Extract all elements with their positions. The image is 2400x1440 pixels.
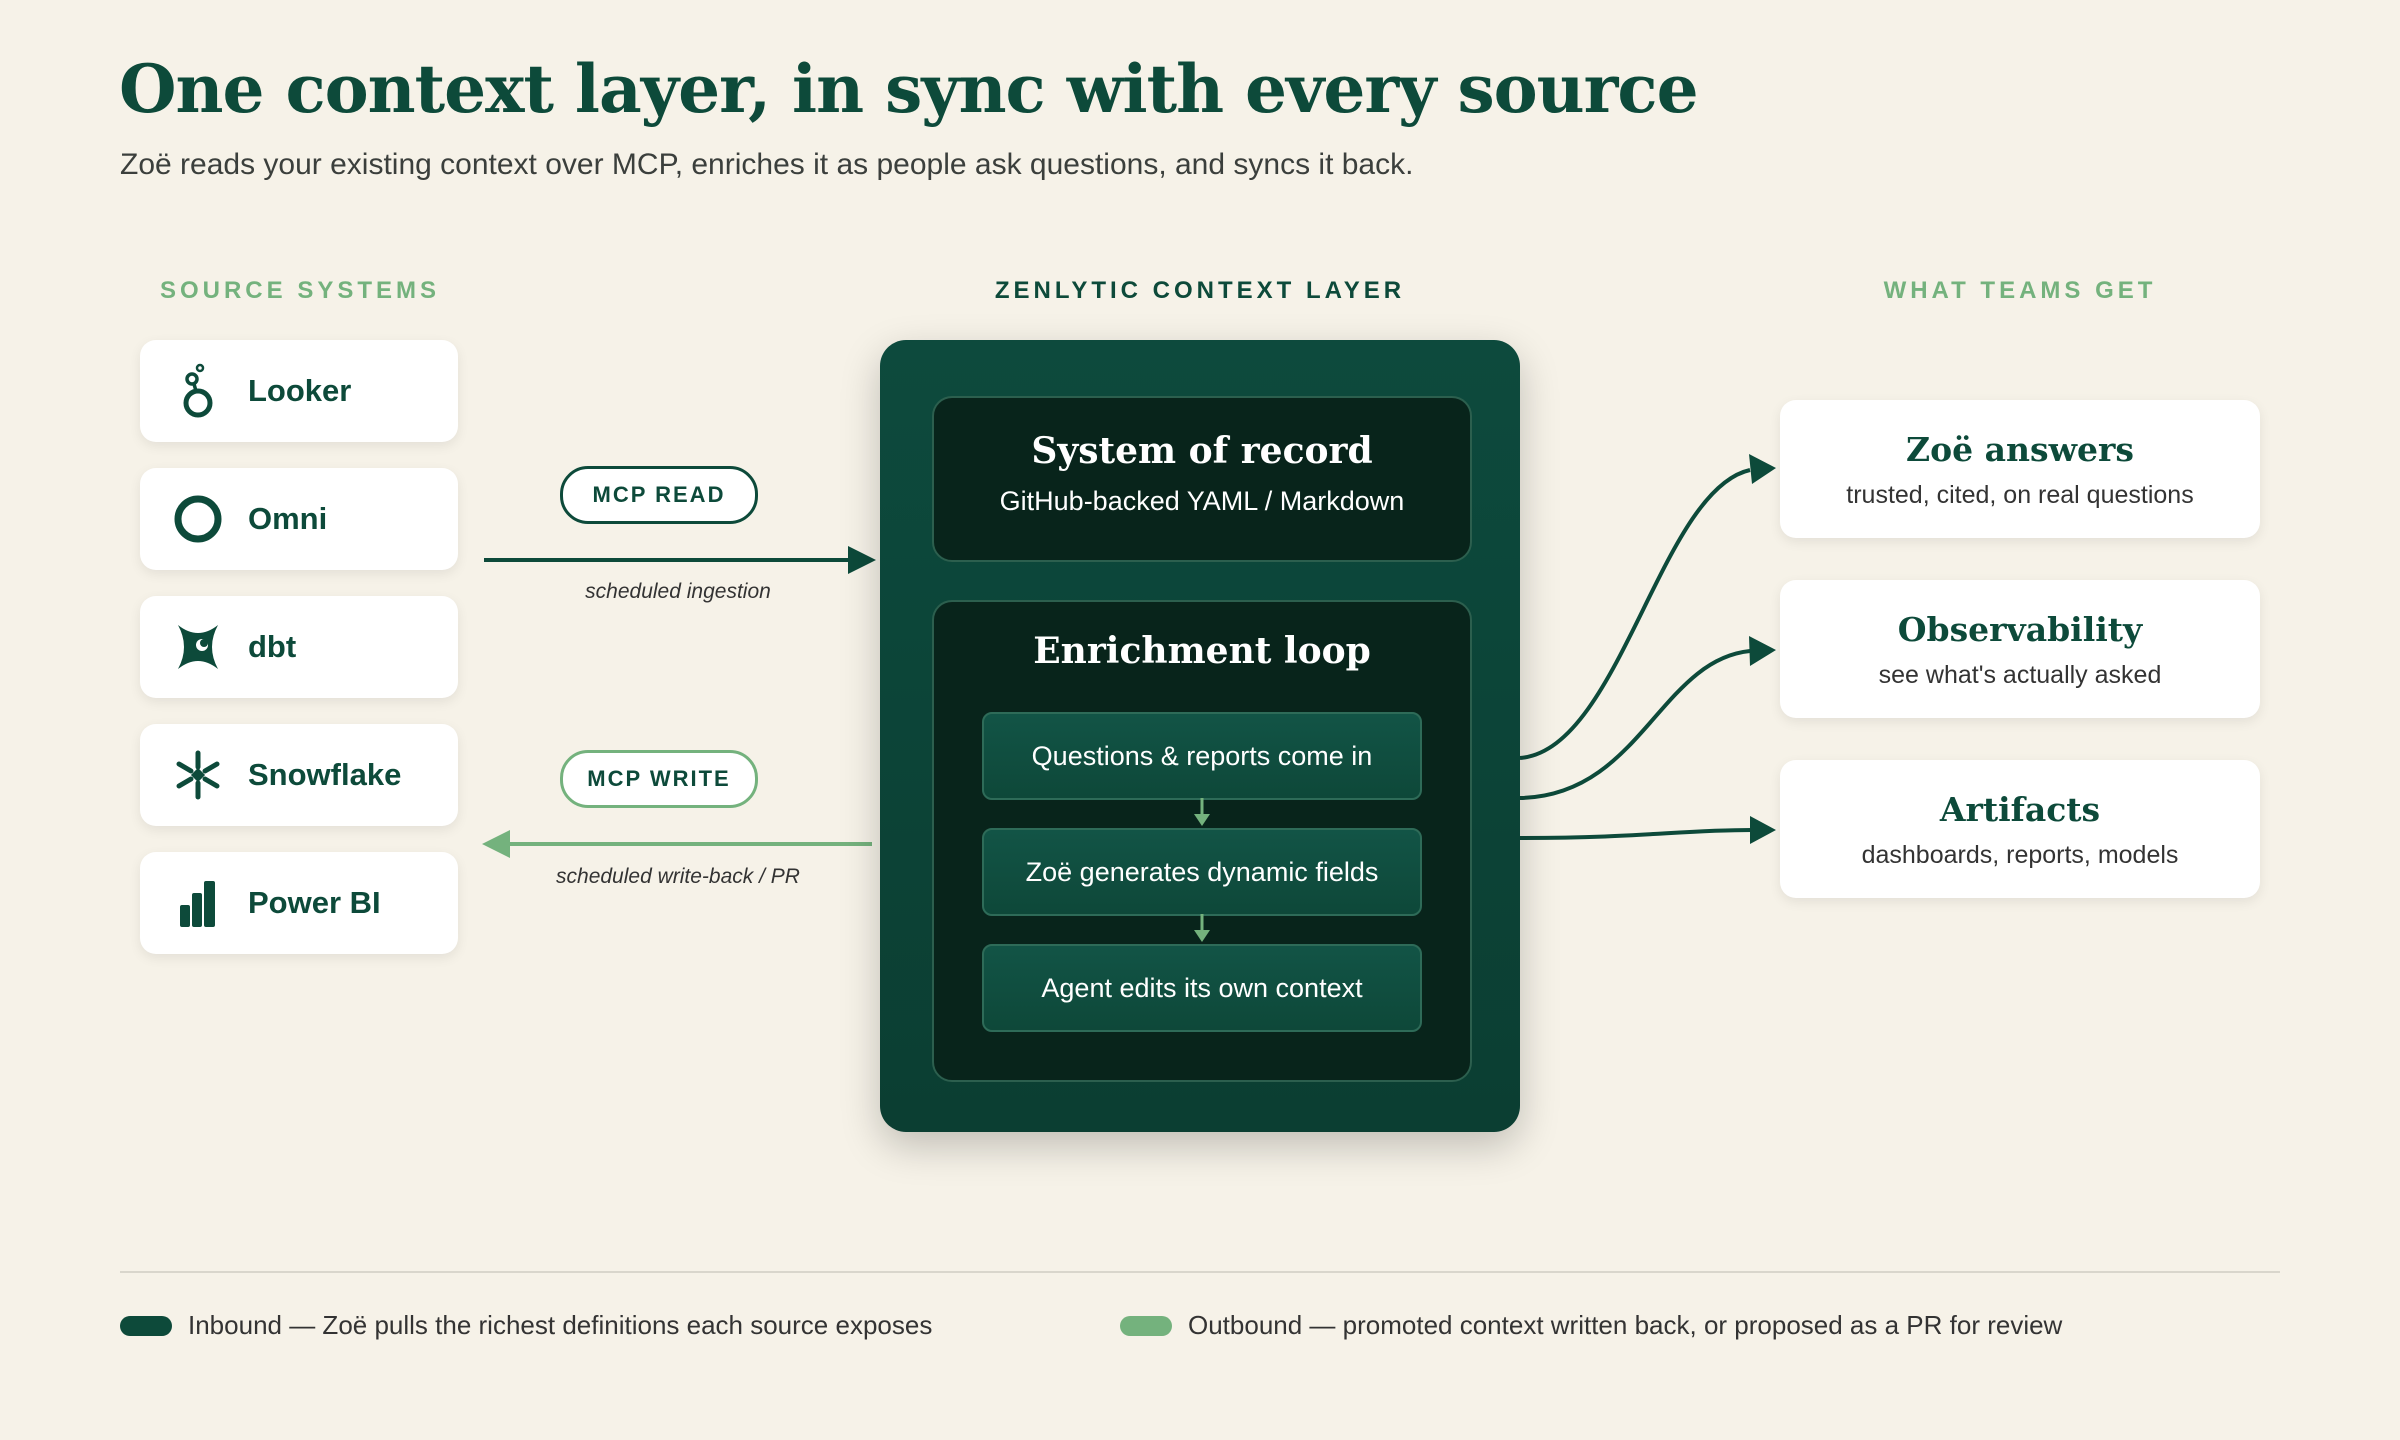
outcome-subtitle: trusted, cited, on real questions (1846, 481, 2194, 509)
outbound-arrow (482, 830, 872, 858)
outcome-arrow-answers (1519, 454, 1776, 760)
outcome-subtitle: dashboards, reports, models (1861, 841, 2179, 869)
legend-divider (120, 1271, 2280, 1273)
legend-outbound: Outbound — promoted context written back… (1120, 1310, 2062, 1341)
legend-outbound-text: Outbound — promoted context written back… (1188, 1310, 2063, 1340)
outcome-title: Zoë answers (1906, 430, 2134, 469)
outcome-arrow-observability (1519, 636, 1776, 800)
system-of-record-title: System of record (1031, 430, 1373, 472)
outcome-card-artifacts[interactable]: Artifacts dashboards, reports, models (1780, 760, 2260, 898)
system-of-record-box: System of record GitHub-backed YAML / Ma… (932, 396, 1472, 562)
context-layer-panel: System of record GitHub-backed YAML / Ma… (880, 340, 1520, 1132)
outcome-title: Observability (1897, 610, 2143, 649)
system-of-record-subtitle: GitHub-backed YAML / Markdown (999, 486, 1405, 516)
outcome-card-observability[interactable]: Observability see what's actually asked (1780, 580, 2260, 718)
outcome-title: Artifacts (1939, 790, 2101, 829)
enrichment-loop-box: Enrichment loop Questions & reports come… (932, 600, 1472, 1082)
inbound-swatch (120, 1315, 172, 1336)
outcome-subtitle: see what's actually asked (1878, 661, 2162, 689)
outbound-swatch (1120, 1315, 1172, 1336)
outcome-card-answers[interactable]: Zoë answers trusted, cited, on real ques… (1780, 400, 2260, 538)
outcome-arrow-artifacts (1519, 816, 1776, 844)
legend-inbound: Inbound — Zoë pulls the richest definiti… (120, 1310, 932, 1341)
legend-inbound-text: Inbound — Zoë pulls the richest definiti… (188, 1310, 933, 1340)
loop-step-arrows (1194, 798, 1210, 942)
inbound-arrow (484, 546, 876, 574)
